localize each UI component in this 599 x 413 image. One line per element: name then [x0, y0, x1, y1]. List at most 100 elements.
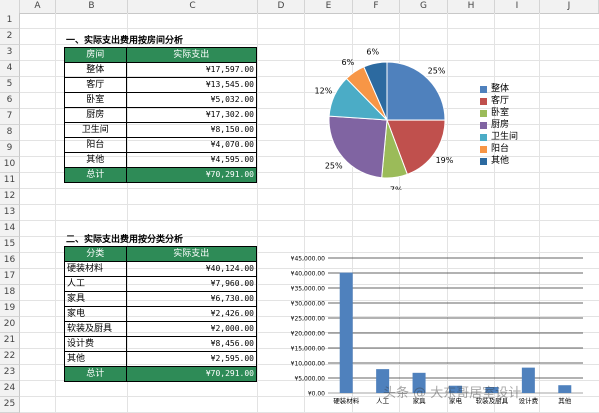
category-header[interactable]: 分类 [64, 246, 127, 262]
row-header-20[interactable]: 20 [0, 317, 20, 333]
total-label-cell[interactable]: 总计 [64, 366, 127, 382]
column-header-i[interactable]: I [495, 0, 540, 13]
column-header-j[interactable]: J [540, 0, 599, 13]
row-name-cell[interactable]: 软装及厨具 [64, 321, 127, 337]
row-value-cell[interactable]: ¥4,595.00 [125, 152, 258, 168]
row-name-cell[interactable]: 人工 [64, 276, 127, 292]
y-tick-label: ¥30,000.00 [291, 301, 326, 308]
row-name-cell[interactable]: 客厅 [64, 77, 127, 93]
row-header-17[interactable]: 17 [0, 269, 20, 285]
total-value-cell[interactable]: ¥70,291.00 [125, 167, 258, 183]
section1-title: 一、实际支出费用按房间分析 [66, 36, 184, 46]
y-tick-label: ¥20,000.00 [291, 331, 326, 338]
table-row: 人工 ¥7,960.00 [64, 276, 258, 292]
row-name-cell[interactable]: 卫生间 [64, 122, 127, 138]
row-name-cell[interactable]: 卧室 [64, 92, 127, 108]
column-header-g[interactable]: G [400, 0, 448, 13]
pie-legend: 整体 客厅 卧室 厨房 卫生间 阳台 其他 [480, 83, 518, 167]
bar-5[interactable] [521, 367, 535, 393]
row-header-8[interactable]: 8 [0, 125, 20, 141]
row-name-cell[interactable]: 阳台 [64, 137, 127, 153]
row-value-cell[interactable]: ¥2,000.00 [125, 321, 258, 337]
expense-header[interactable]: 实际支出 [125, 47, 258, 63]
bar-0[interactable] [339, 272, 353, 393]
row-value-cell[interactable]: ¥7,960.00 [125, 276, 258, 292]
category-expense-table: 分类 实际支出 硬装材料 ¥40,124.00 人工 ¥7,960.00 家具 ¥6,73… [64, 246, 258, 382]
row-header-22[interactable]: 22 [0, 349, 20, 365]
row-header-4[interactable]: 4 [0, 61, 20, 77]
legend-item: 卧室 [480, 107, 518, 119]
row-header-10[interactable]: 10 [0, 157, 20, 173]
legend-swatch [480, 85, 487, 93]
row-value-cell[interactable]: ¥8,150.00 [125, 122, 258, 138]
y-tick-label: ¥5,000.00 [294, 376, 325, 383]
row-header-3[interactable]: 3 [0, 45, 20, 61]
row-header-9[interactable]: 9 [0, 141, 20, 157]
row-value-cell[interactable]: ¥8,456.00 [125, 336, 258, 352]
table-row: 其他 ¥4,595.00 [64, 152, 258, 168]
column-header-bar: ABCDEFGHIJ [0, 0, 599, 14]
table-row: 整体 ¥17,597.00 [64, 62, 258, 78]
row-value-cell[interactable]: ¥6,730.00 [125, 291, 258, 307]
row-value-cell[interactable]: ¥4,070.00 [125, 137, 258, 153]
row-header-7[interactable]: 7 [0, 109, 20, 125]
expense-header[interactable]: 实际支出 [125, 246, 258, 262]
pie-data-label: 12% [315, 87, 333, 96]
grid-col-line [257, 13, 258, 412]
row-header-6[interactable]: 6 [0, 93, 20, 109]
bar-6[interactable] [558, 385, 572, 393]
legend-swatch [480, 109, 487, 117]
column-header-c[interactable]: C [128, 0, 258, 13]
row-value-cell[interactable]: ¥40,124.00 [125, 261, 258, 277]
row-header-24[interactable]: 24 [0, 381, 20, 397]
row-header-2[interactable]: 2 [0, 29, 20, 45]
row-name-cell[interactable]: 家具 [64, 291, 127, 307]
row-header-12[interactable]: 12 [0, 189, 20, 205]
legend-label: 厨房 [491, 120, 510, 130]
row-header-14[interactable]: 14 [0, 221, 20, 237]
column-header-e[interactable]: E [305, 0, 353, 13]
row-header-21[interactable]: 21 [0, 333, 20, 349]
column-header-a[interactable]: A [20, 0, 56, 13]
row-header-18[interactable]: 18 [0, 285, 20, 301]
room-pie-chart[interactable]: 25% 19% 7% 25% 12% 6% 6% [300, 45, 480, 190]
row-value-cell[interactable]: ¥17,597.00 [125, 62, 258, 78]
select-all-corner[interactable] [0, 0, 20, 13]
column-header-f[interactable]: F [353, 0, 400, 13]
total-label-cell[interactable]: 总计 [64, 167, 127, 183]
total-value-cell[interactable]: ¥70,291.00 [125, 366, 258, 382]
column-header-d[interactable]: D [258, 0, 305, 13]
row-header-25[interactable]: 25 [0, 397, 20, 413]
row-header-23[interactable]: 23 [0, 365, 20, 381]
legend-label: 阳台 [491, 144, 510, 154]
row-value-cell[interactable]: ¥2,426.00 [125, 306, 258, 322]
room-header[interactable]: 房间 [64, 47, 127, 63]
row-value-cell[interactable]: ¥2,595.00 [125, 351, 258, 367]
row-header-13[interactable]: 13 [0, 205, 20, 221]
row-header-16[interactable]: 16 [0, 253, 20, 269]
column-header-b[interactable]: B [56, 0, 128, 13]
grid-row-line [20, 28, 599, 29]
row-header-5[interactable]: 5 [0, 77, 20, 93]
row-header-19[interactable]: 19 [0, 301, 20, 317]
legend-swatch [480, 97, 487, 105]
row-name-cell[interactable]: 家电 [64, 306, 127, 322]
row-header-15[interactable]: 15 [0, 237, 20, 253]
column-header-h[interactable]: H [448, 0, 495, 13]
y-tick-label: ¥35,000.00 [291, 286, 326, 293]
row-value-cell[interactable]: ¥17,302.00 [125, 107, 258, 123]
row-name-cell[interactable]: 硬装材料 [64, 261, 127, 277]
row-value-cell[interactable]: ¥5,032.00 [125, 92, 258, 108]
row-name-cell[interactable]: 其他 [64, 152, 127, 168]
row-value-cell[interactable]: ¥13,545.00 [125, 77, 258, 93]
grid-row-line [20, 220, 599, 221]
legend-label: 卧室 [491, 108, 510, 118]
y-tick-label: ¥25,000.00 [291, 316, 326, 323]
row-header-11[interactable]: 11 [0, 173, 20, 189]
row-name-cell[interactable]: 设计费 [64, 336, 127, 352]
row-name-cell[interactable]: 厨房 [64, 107, 127, 123]
row-name-cell[interactable]: 整体 [64, 62, 127, 78]
x-tick-label: 硬装材料 [333, 396, 360, 405]
row-header-1[interactable]: 1 [0, 13, 20, 29]
row-name-cell[interactable]: 其他 [64, 351, 127, 367]
